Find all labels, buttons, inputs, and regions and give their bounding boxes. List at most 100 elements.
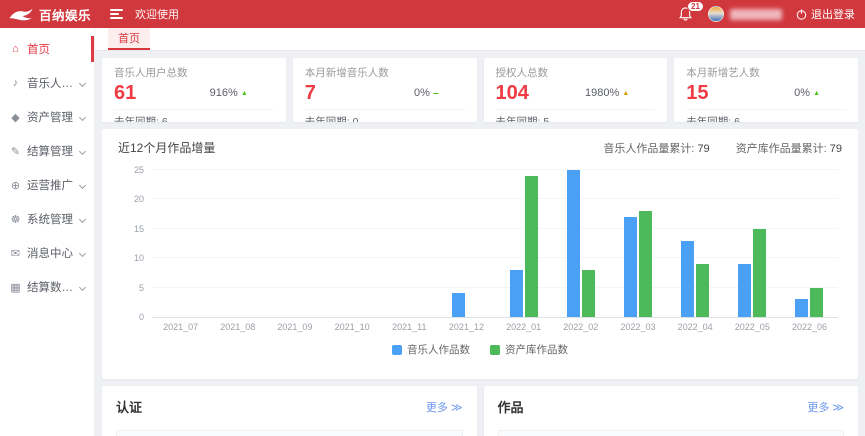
x-axis-tick: 2022_06 (781, 322, 838, 332)
y-axis-tick: 20 (134, 194, 144, 204)
musician-works-bar (738, 264, 751, 317)
stat-value: 7 (305, 81, 316, 105)
message-icon: ✉ (9, 247, 22, 260)
avatar[interactable] (708, 6, 724, 22)
stat-percent: 916% (210, 87, 238, 99)
stat-footer: 去年同期: 5 (496, 109, 656, 122)
bar-group-2022_04 (667, 170, 724, 317)
panel-title: 作品 (498, 397, 524, 416)
y-axis-tick: 25 (134, 165, 144, 175)
sidebar-collapse-icon[interactable] (110, 9, 123, 19)
tab-bar: 首页 (95, 28, 865, 51)
y-axis-tick: 10 (134, 253, 144, 263)
x-axis-tick: 2021_08 (209, 322, 266, 332)
x-axis-tick: 2021_10 (324, 322, 381, 332)
musician-works-total: 音乐人作品量累计:79 (603, 140, 709, 156)
sidebar-item-stats[interactable]: ▦ 结算数据统计 (0, 270, 94, 304)
x-axis-tick: 2021_12 (438, 322, 495, 332)
sidebar-item-label: 资产管理 (27, 109, 75, 125)
stat-footer: 去年同期: 6 (686, 109, 846, 122)
x-axis-tick: 2021_11 (381, 322, 438, 332)
chart-summary: 音乐人作品量累计:79 资产库作品量累计:79 (603, 140, 842, 156)
works-growth-chart-card: 近12个月作品增量 音乐人作品量累计:79 资产库作品量累计:79 051015… (102, 129, 858, 379)
stat-card-row: 音乐人用户总数 61 916%▲ 去年同期: 6 本月新增音乐人数 7 0%– … (102, 58, 858, 122)
musician-works-bar (452, 293, 465, 317)
musician-works-bar (567, 170, 580, 317)
sidebar-item-system[interactable]: ☸系统管理 (0, 202, 94, 236)
x-axis-tick: 2022_02 (552, 322, 609, 332)
chevron-down-icon (79, 283, 86, 290)
stat-value: 104 (496, 81, 529, 105)
sidebar-item-message[interactable]: ✉消息中心 (0, 236, 94, 270)
bar-group-2021_11 (381, 170, 438, 317)
asset-works-bar (525, 176, 538, 317)
power-icon (796, 9, 807, 20)
bar-group-2021_12 (438, 170, 495, 317)
asset-works-total: 资产库作品量累计:79 (736, 140, 842, 156)
sidebar-item-home[interactable]: ⌂首页 (0, 32, 94, 66)
asset-works-bar (810, 288, 823, 317)
bar-group-2021_09 (266, 170, 323, 317)
stat-percent: 0% (414, 87, 430, 99)
stats-icon: ▦ (9, 281, 22, 294)
sidebar-item-musician[interactable]: ♪ 音乐人管理 (0, 66, 94, 100)
top-header: 百纳娱乐 欢迎使用 21 退出登录 (0, 0, 865, 28)
logout-button[interactable]: 退出登录 (796, 6, 855, 22)
chart-plot-area: 0510152025 (152, 170, 838, 318)
stat-footer: 去年同期: 0 (305, 109, 465, 122)
sidebar: ⌂首页 ♪ 音乐人管理 ◆资产管理 ✎ 结算管理 ⊕ 运营推广 ☸系统管理✉消息中心 ▦ 结算数据统… (0, 28, 95, 436)
chevron-down-icon (79, 79, 86, 86)
settlement-icon: ✎ (9, 145, 22, 158)
sidebar-item-label: 运营推广 (27, 177, 75, 193)
works-panel: 作品 更多 ≫ (484, 386, 859, 436)
notifications-button[interactable]: 21 (679, 7, 692, 21)
sidebar-item-label: 结算数据统计 (27, 279, 75, 295)
chart-legend: 音乐人作品数 资产库作品数 (118, 342, 842, 357)
musician-works-bar (681, 241, 694, 317)
bar-group-2022_02 (552, 170, 609, 317)
stat-title: 音乐人用户总数 (114, 65, 274, 80)
musician-icon: ♪ (9, 77, 22, 89)
bar-group-2021_10 (324, 170, 381, 317)
stat-value: 15 (686, 81, 708, 105)
operation-icon: ⊕ (9, 179, 22, 192)
legend-swatch (490, 345, 500, 355)
sidebar-item-operation[interactable]: ⊕ 运营推广 (0, 168, 94, 202)
brand[interactable]: 百纳娱乐 (8, 5, 96, 24)
tab-home[interactable]: 首页 (108, 28, 150, 50)
stat-title: 本月新增艺人数 (686, 65, 846, 80)
stat-title: 本月新增音乐人数 (305, 65, 465, 80)
legend-item-asset-works[interactable]: 资产库作品数 (490, 342, 568, 357)
bar-group-2021_08 (209, 170, 266, 317)
legend-item-musician-works[interactable]: 音乐人作品数 (392, 342, 470, 357)
more-link[interactable]: 更多 ≫ (807, 399, 844, 415)
stat-percent: 0% (794, 87, 810, 99)
sidebar-item-asset[interactable]: ◆资产管理 (0, 100, 94, 134)
more-link[interactable]: 更多 ≫ (426, 399, 463, 415)
musician-works-bar (624, 217, 637, 317)
chevron-down-icon (79, 181, 86, 188)
username-redacted (730, 9, 782, 20)
x-axis-tick: 2021_09 (266, 322, 323, 332)
sidebar-item-label: 音乐人管理 (27, 75, 75, 91)
legend-label: 音乐人作品数 (407, 342, 470, 357)
sidebar-item-label: 首页 (27, 41, 88, 57)
sidebar-item-label: 结算管理 (27, 143, 75, 159)
x-axis-tick: 2022_03 (609, 322, 666, 332)
chevron-down-icon (79, 147, 86, 154)
bar-group-2022_03 (609, 170, 666, 317)
musician-works-bar (510, 270, 523, 317)
sidebar-item-label: 系统管理 (27, 211, 75, 227)
chart-x-axis: 2021_072021_082021_092021_102021_112021_… (152, 322, 838, 332)
welcome-text: 欢迎使用 (135, 6, 179, 22)
stat-card-total-musicians: 音乐人用户总数 61 916%▲ 去年同期: 6 (102, 58, 286, 122)
sidebar-item-settlement[interactable]: ✎ 结算管理 (0, 134, 94, 168)
trend-icon: – (433, 90, 439, 97)
stat-footer: 去年同期: 6 (114, 109, 274, 122)
x-axis-tick: 2022_01 (495, 322, 552, 332)
bar-groups (152, 170, 838, 317)
asset-works-bar (696, 264, 709, 317)
main-content: 音乐人用户总数 61 916%▲ 去年同期: 6 本月新增音乐人数 7 0%– … (95, 51, 865, 436)
legend-label: 资产库作品数 (505, 342, 568, 357)
x-axis-tick: 2021_07 (152, 322, 209, 332)
